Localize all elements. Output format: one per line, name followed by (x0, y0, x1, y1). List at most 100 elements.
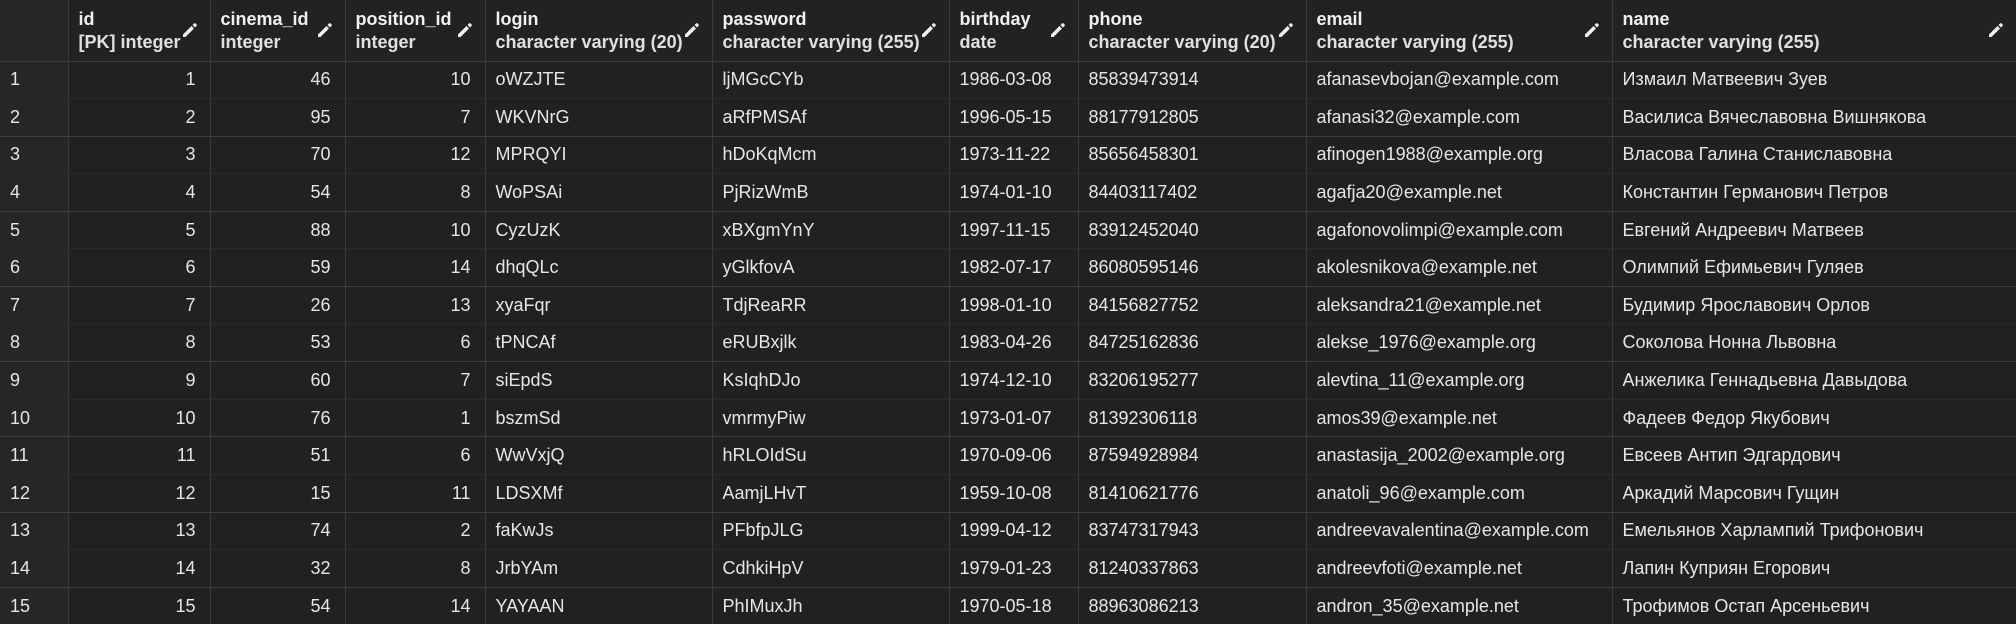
table-row[interactable]: 5 5 88 10 CyzUzK xBXgmYnY 1997-11-15 8391245204… (0, 211, 2016, 250)
cell-position-id[interactable]: 8 (345, 173, 486, 212)
cell-login[interactable]: dhqQLc (485, 248, 713, 288)
pencil-icon[interactable] (919, 20, 939, 40)
cell-position-id[interactable]: 7 (345, 98, 486, 137)
cell-cinema-id[interactable]: 54 (210, 173, 346, 212)
cell-password[interactable]: CdhkiHpV (712, 549, 950, 588)
row-number-cell[interactable]: 12 (0, 474, 69, 513)
cell-birthday[interactable]: 1979-01-23 (949, 549, 1079, 588)
cell-birthday[interactable]: 1974-12-10 (949, 361, 1079, 400)
cell-email[interactable]: akolesnikova@example.net (1306, 248, 1613, 288)
cell-cinema-id[interactable]: 59 (210, 248, 346, 288)
row-number-cell[interactable]: 15 (0, 587, 69, 624)
cell-position-id[interactable]: 7 (345, 361, 486, 400)
cell-email[interactable]: andron_35@example.net (1306, 587, 1613, 624)
row-number-cell[interactable]: 1 (0, 61, 69, 100)
cell-position-id[interactable]: 12 (345, 136, 486, 175)
cell-phone[interactable]: 81240337863 (1078, 549, 1307, 588)
cell-cinema-id[interactable]: 54 (210, 587, 346, 624)
cell-id[interactable]: 15 (68, 587, 211, 624)
column-header-position-id[interactable]: position_id integer (345, 0, 486, 62)
column-header-password[interactable]: password character varying (255) (712, 0, 950, 62)
cell-password[interactable]: TdjReaRR (712, 286, 950, 325)
cell-phone[interactable]: 86080595146 (1078, 248, 1307, 288)
pencil-icon[interactable] (1276, 20, 1296, 40)
cell-email[interactable]: amos39@example.net (1306, 399, 1613, 438)
cell-login[interactable]: xyaFqr (485, 286, 713, 325)
cell-password[interactable]: PFbfpJLG (712, 512, 950, 551)
cell-login[interactable]: MPRQYI (485, 136, 713, 175)
row-number-cell[interactable]: 9 (0, 361, 69, 400)
cell-cinema-id[interactable]: 26 (210, 286, 346, 325)
cell-cinema-id[interactable]: 51 (210, 436, 346, 476)
table-row[interactable]: 8 8 53 6 tPNCAf eRUBxjlk 1983-04-26 84725162836… (0, 324, 2016, 363)
cell-login[interactable]: siEpdS (485, 361, 713, 400)
cell-phone[interactable]: 88177912805 (1078, 98, 1307, 137)
cell-password[interactable]: PjRizWmB (712, 173, 950, 212)
pencil-icon[interactable] (1986, 20, 2006, 40)
cell-position-id[interactable]: 2 (345, 512, 486, 551)
cell-position-id[interactable]: 14 (345, 587, 486, 624)
cell-login[interactable]: bszmSd (485, 399, 713, 438)
cell-password[interactable]: AamjLHvT (712, 474, 950, 513)
cell-name[interactable]: Олимпий Ефимьевич Гуляев (1612, 248, 2016, 288)
table-row[interactable]: 7 7 26 13 xyaFqr TdjReaRR 1998-01-10 8415682775… (0, 286, 2016, 325)
cell-login[interactable]: WwVxjQ (485, 436, 713, 476)
cell-email[interactable]: aleksandra21@example.net (1306, 286, 1613, 325)
cell-cinema-id[interactable]: 32 (210, 549, 346, 588)
pencil-icon[interactable] (455, 20, 475, 40)
row-number-cell[interactable]: 5 (0, 211, 69, 250)
cell-password[interactable]: yGlkfovA (712, 248, 950, 288)
cell-password[interactable]: hRLOIdSu (712, 436, 950, 476)
cell-email[interactable]: anatoli_96@example.com (1306, 474, 1613, 513)
cell-cinema-id[interactable]: 53 (210, 324, 346, 363)
cell-password[interactable]: xBXgmYnY (712, 211, 950, 250)
column-header-email[interactable]: email character varying (255) (1306, 0, 1613, 62)
pencil-icon[interactable] (682, 20, 702, 40)
cell-phone[interactable]: 83912452040 (1078, 211, 1307, 250)
cell-name[interactable]: Измаил Матвеевич Зуев (1612, 61, 2016, 100)
cell-birthday[interactable]: 1970-05-18 (949, 587, 1079, 624)
cell-email[interactable]: afanasevbojan@example.com (1306, 61, 1613, 100)
row-number-cell[interactable]: 14 (0, 549, 69, 588)
cell-position-id[interactable]: 13 (345, 286, 486, 325)
cell-name[interactable]: Лапин Куприян Егорович (1612, 549, 2016, 588)
cell-name[interactable]: Константин Германович Петров (1612, 173, 2016, 212)
table-row[interactable]: 3 3 70 12 MPRQYI hDoKqMcm 1973-11-22 8565645830… (0, 136, 2016, 175)
cell-birthday[interactable]: 1959-10-08 (949, 474, 1079, 513)
cell-phone[interactable]: 83747317943 (1078, 512, 1307, 551)
cell-email[interactable]: alevtina_11@example.org (1306, 361, 1613, 400)
cell-login[interactable]: WoPSAi (485, 173, 713, 212)
row-number-cell[interactable]: 10 (0, 399, 69, 438)
table-row[interactable]: 10 10 76 1 bszmSd vmrmyPiw 1973-01-07 813923061… (0, 399, 2016, 438)
cell-birthday[interactable]: 1973-11-22 (949, 136, 1079, 175)
cell-name[interactable]: Фадеев Федор Якубович (1612, 399, 2016, 438)
cell-phone[interactable]: 84156827752 (1078, 286, 1307, 325)
cell-position-id[interactable]: 14 (345, 248, 486, 288)
cell-id[interactable]: 13 (68, 512, 211, 551)
cell-name[interactable]: Соколова Нонна Львовна (1612, 324, 2016, 363)
pencil-icon[interactable] (180, 20, 200, 40)
table-row[interactable]: 6 6 59 14 dhqQLc yGlkfovA 1982-07-17 8608059514… (0, 248, 2016, 288)
cell-password[interactable]: vmrmyPiw (712, 399, 950, 438)
cell-id[interactable]: 7 (68, 286, 211, 325)
cell-name[interactable]: Трофимов Остап Арсеньевич (1612, 587, 2016, 624)
cell-login[interactable]: CyzUzK (485, 211, 713, 250)
cell-email[interactable]: afanasi32@example.com (1306, 98, 1613, 137)
row-number-cell[interactable]: 3 (0, 136, 69, 175)
cell-birthday[interactable]: 1986-03-08 (949, 61, 1079, 100)
cell-password[interactable]: hDoKqMcm (712, 136, 950, 175)
cell-position-id[interactable]: 11 (345, 474, 486, 513)
cell-name[interactable]: Василиса Вячеславовна Вишнякова (1612, 98, 2016, 137)
table-row[interactable]: 4 4 54 8 WoPSAi PjRizWmB 1974-01-10 84403117402… (0, 173, 2016, 212)
cell-birthday[interactable]: 1982-07-17 (949, 248, 1079, 288)
pencil-icon[interactable] (1582, 20, 1602, 40)
cell-id[interactable]: 8 (68, 324, 211, 363)
cell-id[interactable]: 14 (68, 549, 211, 588)
cell-cinema-id[interactable]: 15 (210, 474, 346, 513)
cell-position-id[interactable]: 8 (345, 549, 486, 588)
cell-phone[interactable]: 88963086213 (1078, 587, 1307, 624)
cell-position-id[interactable]: 10 (345, 61, 486, 100)
cell-name[interactable]: Емельянов Харлампий Трифонович (1612, 512, 2016, 551)
cell-position-id[interactable]: 10 (345, 211, 486, 250)
cell-email[interactable]: alekse_1976@example.org (1306, 324, 1613, 363)
